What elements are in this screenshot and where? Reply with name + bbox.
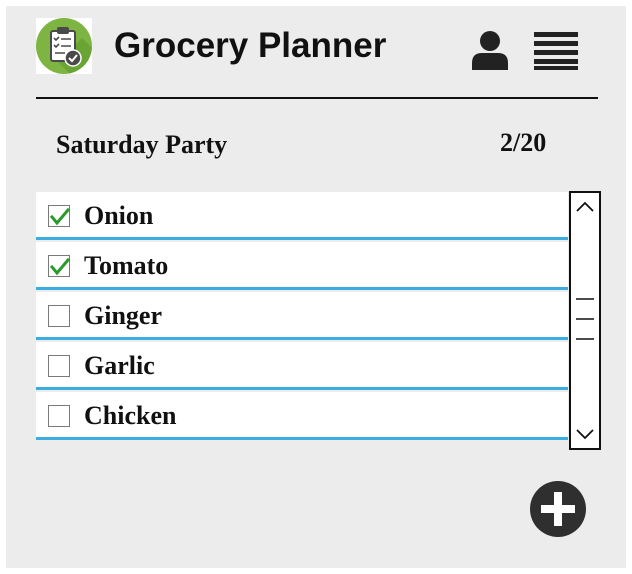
app-header: Grocery Planner [6, 6, 626, 98]
list-item[interactable]: Chicken [36, 392, 568, 440]
plus-circle-icon[interactable] [530, 481, 586, 537]
item-count: 2/20 [500, 128, 547, 157]
item-checkbox[interactable] [48, 355, 70, 377]
item-label: Chicken [84, 401, 177, 430]
chevron-down-icon[interactable] [573, 424, 597, 444]
item-label: Tomato [84, 251, 169, 280]
clipboard-checklist-icon [36, 18, 92, 74]
list-title: Saturday Party [56, 130, 228, 159]
user-icon[interactable] [470, 30, 510, 70]
grocery-list: Onion Tomato Ginger Garlic Chicken [36, 192, 568, 448]
app-panel: Grocery Planner Saturday Party 2/20 Onio… [6, 6, 626, 568]
scroll-grip-icon[interactable] [573, 293, 597, 343]
list-item[interactable]: Tomato [36, 242, 568, 290]
chevron-up-icon[interactable] [573, 197, 597, 217]
item-label: Garlic [84, 351, 155, 380]
list-scrollbar[interactable] [569, 191, 601, 450]
item-checkbox[interactable] [48, 205, 71, 227]
item-checkbox[interactable] [48, 305, 70, 327]
item-label: Ginger [84, 301, 162, 330]
item-checkbox[interactable] [48, 255, 71, 277]
list-item[interactable]: Ginger [36, 292, 568, 340]
app-title: Grocery Planner [114, 26, 387, 65]
app-logo [36, 18, 92, 74]
hamburger-menu-icon[interactable] [534, 30, 580, 70]
list-item[interactable]: Garlic [36, 342, 568, 390]
list-item[interactable]: Onion [36, 192, 568, 240]
item-checkbox[interactable] [48, 405, 70, 427]
checkmark-icon [49, 257, 71, 276]
add-item-button[interactable] [530, 481, 586, 537]
item-label: Onion [84, 201, 154, 230]
checkmark-icon [49, 207, 71, 226]
header-divider [36, 97, 598, 99]
